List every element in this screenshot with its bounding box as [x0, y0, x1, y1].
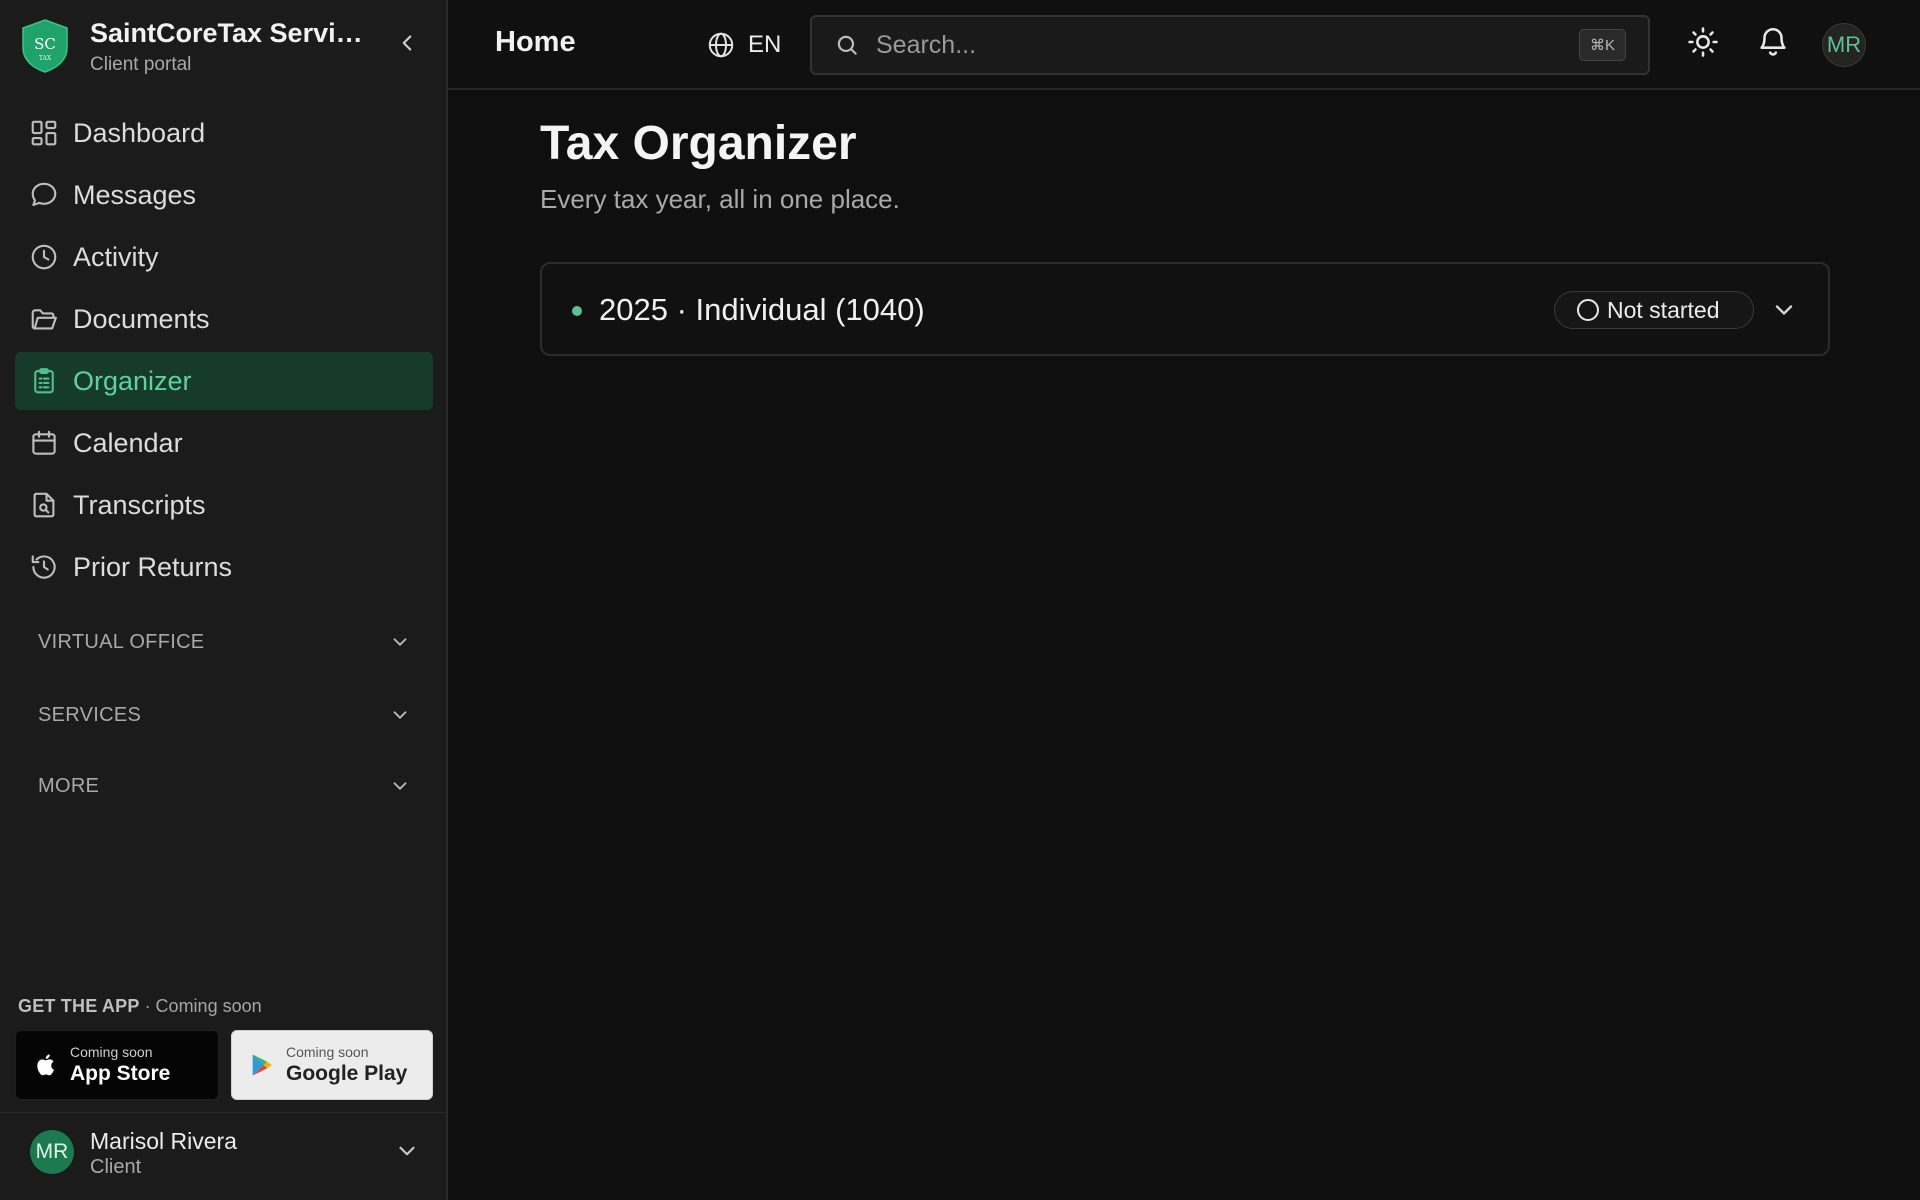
section-label: SERVICES: [38, 703, 142, 726]
avatar[interactable]: MR: [1822, 23, 1866, 67]
status-dot: [572, 306, 582, 316]
google-play-text: Coming soon Google Play: [286, 1044, 407, 1086]
section-services[interactable]: SERVICES: [15, 690, 433, 740]
section-label: MORE: [38, 774, 100, 797]
clipboard-icon: [34, 368, 54, 394]
bell-icon: [1760, 28, 1786, 56]
user-name: Marisol Rivera: [90, 1128, 237, 1154]
message-icon: [31, 182, 57, 207]
language-selector[interactable]: EN: [706, 28, 781, 62]
brand-name: SaintCoreTax Services: [90, 18, 370, 48]
section-label: VIRTUAL OFFICE: [38, 630, 205, 653]
sidebar-item-calendar[interactable]: Calendar: [15, 414, 433, 472]
history-icon: [31, 555, 56, 579]
chevron-down-icon: [393, 638, 407, 646]
app-store-big: App Store: [70, 1062, 171, 1085]
search-bar[interactable]: ⌘K: [810, 15, 1650, 75]
status-label: Not started: [1607, 296, 1720, 323]
language-label: EN: [748, 31, 782, 58]
top-bar: Home EN ⌘K MR: [448, 0, 1920, 90]
calendar-icon: [32, 430, 56, 455]
globe-icon: [708, 32, 734, 58]
sidebar-item-organizer[interactable]: Organizer: [15, 352, 433, 410]
search-icon: [837, 35, 857, 55]
notifications-button[interactable]: [1756, 25, 1790, 59]
sidebar-item-label: Calendar: [73, 427, 183, 458]
search-input[interactable]: [876, 30, 1579, 60]
circle-icon: [1577, 299, 1599, 321]
chevron-left-icon: [402, 35, 412, 51]
dashboard-icon: [31, 120, 57, 146]
tax-year-card[interactable]: 2025 · Individual (1040) Not started: [540, 262, 1830, 356]
sun-icon: [1688, 27, 1718, 57]
theme-toggle-button[interactable]: [1686, 25, 1720, 59]
sidebar-item-messages[interactable]: Messages: [15, 166, 433, 224]
app-store-button[interactable]: Coming soon App Store: [15, 1030, 219, 1100]
user-role: Client: [90, 1156, 142, 1178]
section-more[interactable]: MORE: [15, 761, 433, 811]
section-virtual-office[interactable]: VIRTUAL OFFICE: [15, 617, 433, 667]
chevron-down-icon[interactable]: [1770, 296, 1798, 324]
collapse-sidebar-button[interactable]: [394, 30, 420, 56]
folder-icon: [31, 309, 57, 330]
header-title: Home: [495, 26, 576, 58]
google-play-small: Coming soon: [286, 1044, 369, 1060]
sidebar-nav: Dashboard Messages Activity Documents Or…: [15, 104, 433, 600]
brand-logo: SC TAX: [20, 18, 70, 74]
sidebar-item-transcripts[interactable]: Transcripts: [15, 476, 433, 534]
brand-logo-text: SC: [34, 35, 56, 53]
sidebar-item-label: Dashboard: [73, 117, 206, 148]
chevron-down-icon: [393, 711, 407, 719]
sidebar-item-label: Organizer: [73, 365, 192, 396]
chevron-down-icon: [393, 782, 407, 790]
google-play-button[interactable]: Coming soon Google Play: [231, 1030, 433, 1100]
sidebar-item-prior-returns[interactable]: Prior Returns: [15, 538, 433, 596]
brand-subtitle: Client portal: [90, 54, 192, 75]
file-search-icon: [33, 492, 55, 518]
clock-icon: [31, 244, 57, 270]
app-store-small: Coming soon: [70, 1044, 153, 1060]
sidebar: SC TAX SaintCoreTax Services Client port…: [0, 0, 448, 1200]
user-menu[interactable]: MR Marisol Rivera Client: [30, 1128, 420, 1188]
brand-logo-subtext: TAX: [39, 55, 52, 62]
sidebar-item-label: Transcripts: [73, 489, 206, 520]
sidebar-item-dashboard[interactable]: Dashboard: [15, 104, 433, 162]
divider: [0, 1112, 446, 1113]
sidebar-item-label: Documents: [73, 303, 210, 334]
get-app-label: GET THE APP: [18, 996, 140, 1016]
app-store-text: Coming soon App Store: [70, 1044, 170, 1086]
sidebar-item-documents[interactable]: Documents: [15, 290, 433, 348]
get-app-note: · Coming soon: [144, 996, 262, 1016]
sidebar-item-label: Prior Returns: [73, 551, 233, 582]
page-title: Tax Organizer: [540, 117, 857, 170]
page-subtitle: Every tax year, all in one place.: [540, 184, 900, 214]
status-badge: Not started: [1554, 291, 1754, 329]
tax-year-title: 2025 · Individual (1040): [599, 292, 925, 327]
google-play-big: Google Play: [286, 1062, 408, 1085]
sidebar-item-activity[interactable]: Activity: [15, 228, 433, 286]
sidebar-item-label: Messages: [73, 179, 197, 210]
brand[interactable]: SC TAX SaintCoreTax Services Client port…: [20, 18, 420, 78]
avatar: MR: [30, 1130, 74, 1174]
search-shortcut: ⌘K: [1578, 29, 1626, 61]
chevron-down-icon: [399, 1146, 415, 1156]
sidebar-item-label: Activity: [73, 241, 159, 272]
get-app-heading: GET THE APP · Coming soon: [18, 996, 262, 1017]
apple-icon: [37, 1054, 55, 1076]
google-play-icon: [252, 1054, 272, 1076]
